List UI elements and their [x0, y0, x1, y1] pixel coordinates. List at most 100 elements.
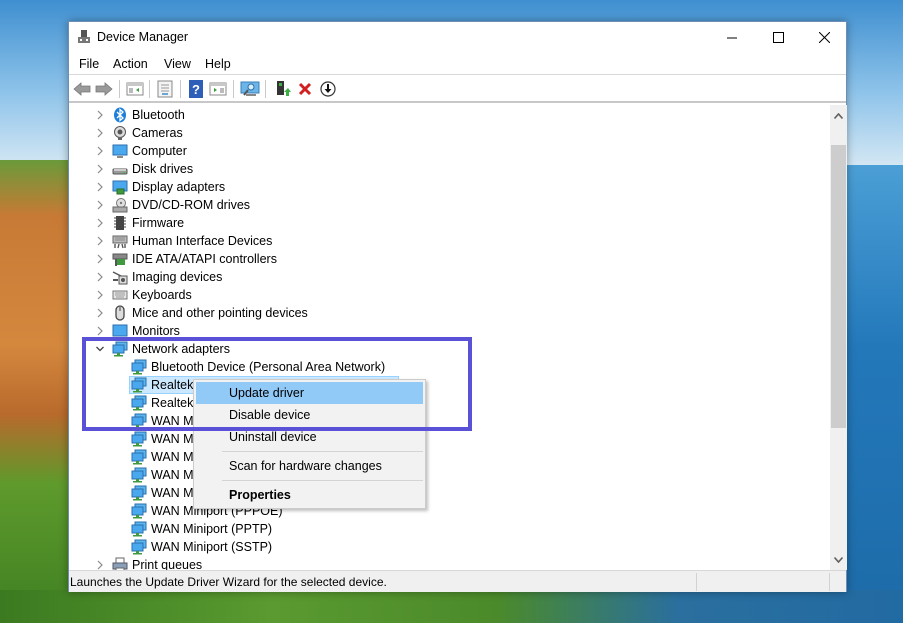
tree-category[interactable]: Bluetooth — [70, 106, 820, 124]
menu-file[interactable]: File — [77, 57, 101, 71]
chevron-right-icon — [97, 254, 103, 264]
tree-category[interactable]: Computer — [70, 142, 820, 160]
tree-expander[interactable] — [94, 322, 106, 340]
printer-icon — [112, 557, 128, 570]
tree-device-label: WAN M — [151, 486, 194, 500]
status-text: Launches the Update Driver Wizard for th… — [70, 575, 387, 589]
device-manager-app-icon — [78, 30, 90, 43]
wallpaper-grass — [0, 590, 903, 623]
tree-expander[interactable] — [94, 196, 106, 214]
tree-expander[interactable] — [94, 142, 106, 160]
tree-category[interactable]: Network adapters — [70, 340, 820, 358]
tree-category[interactable]: Human Interface Devices — [70, 232, 820, 250]
firmware-chip-icon — [114, 216, 126, 230]
tree-device[interactable]: Bluetooth Device (Personal Area Network) — [70, 358, 820, 376]
action-pane-button[interactable] — [208, 79, 228, 99]
tree-device-label: WAN M — [151, 450, 194, 464]
tree-device[interactable]: WAN M — [70, 430, 820, 448]
tree-category-label: Disk drives — [132, 162, 194, 176]
uninstall-device-button[interactable] — [295, 79, 315, 99]
toolbar-separator — [119, 80, 120, 98]
tree-expander[interactable] — [94, 178, 106, 196]
menu-item-scan-hardware-changes[interactable]: Scan for hardware changes — [196, 455, 423, 477]
menu-item-properties[interactable]: Properties — [196, 484, 423, 506]
help-button[interactable]: ? — [186, 79, 206, 99]
maximize-button[interactable] — [755, 22, 801, 52]
tree-category[interactable]: Imaging devices — [70, 268, 820, 286]
tree-expander[interactable] — [94, 286, 106, 304]
properties-button[interactable] — [155, 79, 175, 99]
chevron-right-icon — [97, 218, 103, 228]
tree-category[interactable]: DVD/CD-ROM drives — [70, 196, 820, 214]
scan-monitor-icon — [240, 81, 260, 96]
tree-category[interactable]: Monitors — [70, 322, 820, 340]
computer-icon — [112, 144, 128, 158]
toolbar-separator — [233, 80, 234, 98]
back-button[interactable] — [72, 79, 92, 99]
console-tree-button[interactable] — [125, 79, 145, 99]
tree-expander[interactable] — [94, 124, 106, 142]
scroll-down-button[interactable] — [830, 551, 847, 568]
tree-category[interactable]: IDE ATA/ATAPI controllers — [70, 250, 820, 268]
network-adapter-icon — [131, 485, 147, 501]
forward-button[interactable] — [94, 79, 114, 99]
minimize-button[interactable] — [709, 22, 755, 52]
chevron-right-icon — [97, 290, 103, 300]
tree-expander[interactable] — [94, 556, 106, 570]
hid-icon — [112, 235, 128, 249]
tree-expander[interactable] — [94, 214, 106, 232]
tree-category[interactable]: Display adapters — [70, 178, 820, 196]
action-pane-icon — [209, 82, 227, 96]
menu-view[interactable]: View — [162, 57, 193, 71]
menu-action[interactable]: Action — [111, 57, 150, 71]
tree-expander[interactable] — [94, 304, 106, 322]
scroll-up-button[interactable] — [830, 107, 847, 124]
tree-category[interactable]: Mice and other pointing devices — [70, 304, 820, 322]
tree-category[interactable]: Keyboards — [70, 286, 820, 304]
tree-device[interactable]: WAN M — [70, 412, 820, 430]
chevron-right-icon — [97, 560, 103, 570]
tree-expander[interactable] — [94, 232, 106, 250]
tree-expander[interactable] — [94, 268, 106, 286]
tree-device[interactable]: WAN Miniport (PPPOE) — [70, 502, 820, 520]
tree-expander[interactable] — [94, 250, 106, 268]
close-button[interactable] — [801, 22, 847, 52]
menu-bar: File Action View Help — [69, 53, 846, 75]
tree-device[interactable]: Realtek — [70, 394, 820, 412]
menu-item-update-driver[interactable]: Update driver — [196, 382, 423, 404]
disable-device-button[interactable] — [318, 79, 338, 99]
tree-category-label: Human Interface Devices — [132, 234, 273, 248]
tree-category-label: Network adapters — [132, 342, 230, 356]
status-pane-divider — [829, 573, 830, 591]
menu-item-disable-device[interactable]: Disable device — [196, 404, 423, 426]
tree-expander[interactable] — [94, 160, 106, 178]
tree-device-label: WAN M — [151, 432, 194, 446]
title-bar[interactable]: Device Manager — [69, 22, 846, 52]
update-driver-button[interactable] — [273, 79, 293, 99]
tree-category[interactable]: Disk drives — [70, 160, 820, 178]
tree-device[interactable]: Realtek — [70, 376, 820, 394]
tree-category-label: Print queues — [132, 558, 203, 570]
vertical-scrollbar[interactable] — [830, 105, 847, 570]
tree-category[interactable]: Print queues — [70, 556, 820, 570]
tree-expander[interactable] — [94, 106, 106, 124]
tree-device[interactable]: WAN M — [70, 484, 820, 502]
scan-hardware-button[interactable] — [240, 79, 260, 99]
tree-device[interactable]: WAN M — [70, 448, 820, 466]
tree-device[interactable]: WAN M — [70, 466, 820, 484]
tree-category[interactable]: Cameras — [70, 124, 820, 142]
menu-help[interactable]: Help — [203, 57, 233, 71]
network-adapter-icon — [131, 521, 147, 537]
tree-category[interactable]: Firmware — [70, 214, 820, 232]
tree-device-label: WAN Miniport (SSTP) — [151, 540, 273, 554]
scrollbar-thumb[interactable] — [831, 145, 846, 428]
tree-category-label: Computer — [132, 144, 187, 158]
network-adapter-icon — [131, 359, 147, 375]
tree-device[interactable]: WAN Miniport (PPTP) — [70, 520, 820, 538]
chevron-up-icon — [834, 112, 843, 119]
menu-item-uninstall-device[interactable]: Uninstall device — [196, 426, 423, 448]
tree-expander[interactable] — [94, 340, 106, 358]
tree-device[interactable]: WAN Miniport (SSTP) — [70, 538, 820, 556]
maximize-icon — [772, 31, 784, 43]
chevron-right-icon — [97, 128, 103, 138]
